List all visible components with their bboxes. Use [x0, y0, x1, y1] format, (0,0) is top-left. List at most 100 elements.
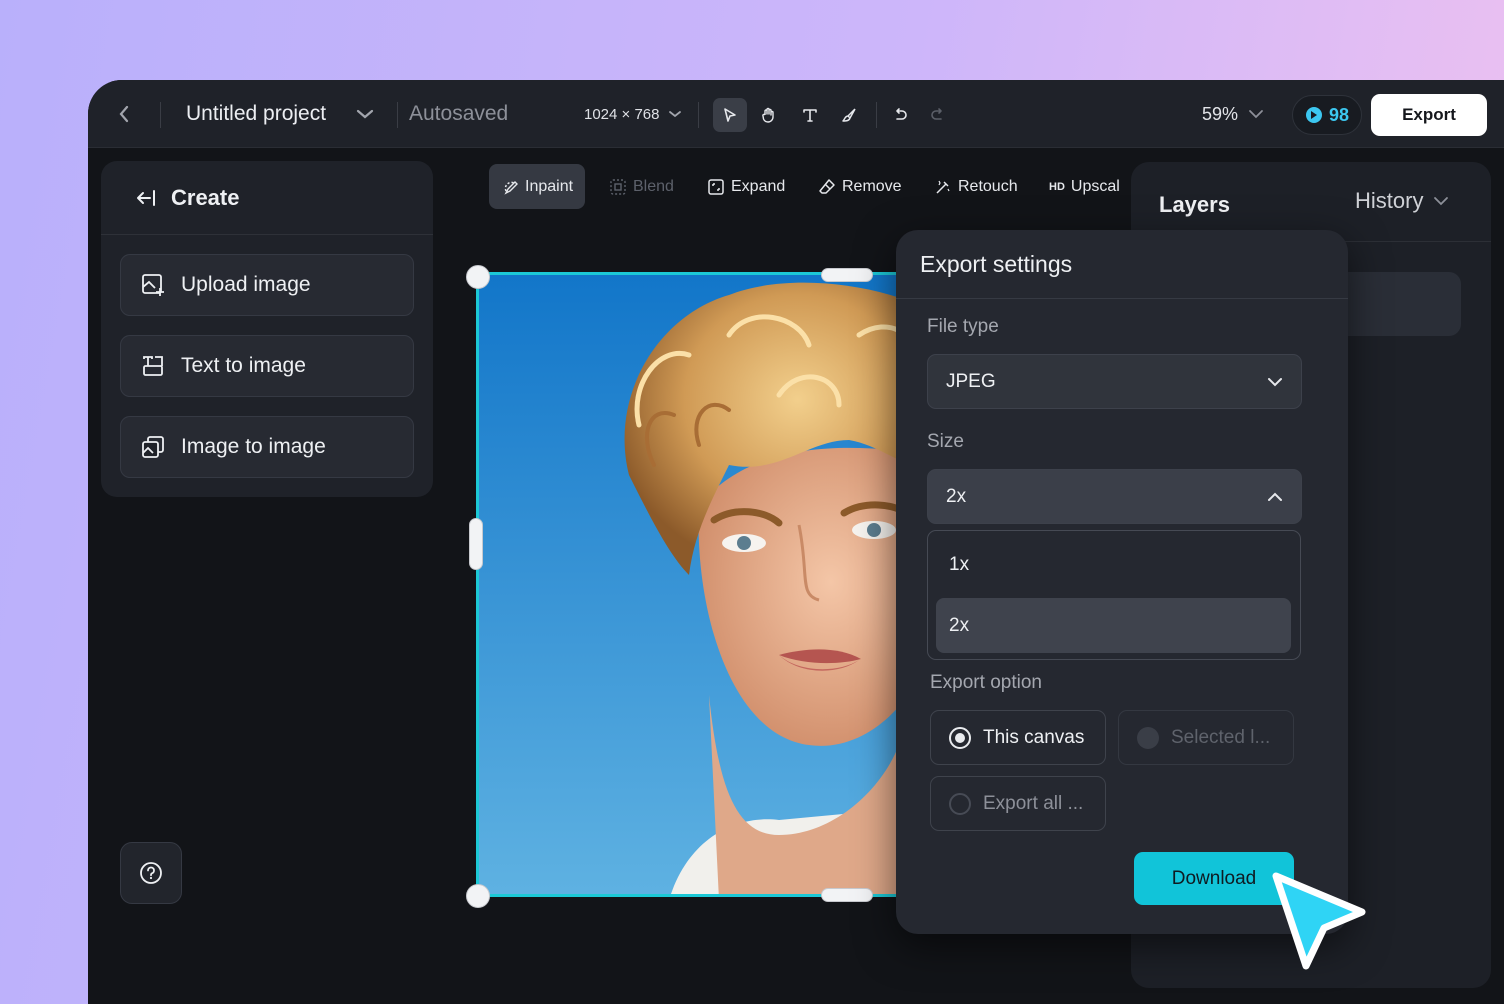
size-value: 2x — [946, 485, 967, 507]
text-to-image-button[interactable]: Text to image — [120, 335, 414, 397]
tab-history[interactable]: History — [1355, 188, 1449, 214]
upscale-label: Upscal — [1070, 177, 1120, 195]
text-tool[interactable] — [793, 98, 827, 132]
brush-icon — [842, 108, 856, 122]
retouch-label: Retouch — [958, 177, 1018, 195]
expand-label: Expand — [731, 177, 786, 195]
undo-icon — [896, 108, 907, 120]
inpaint-icon — [504, 180, 518, 195]
selected-layers-label: Selected l... — [1171, 726, 1271, 748]
create-header[interactable]: Create — [101, 161, 433, 235]
size-option-2x[interactable]: 2x — [936, 598, 1291, 653]
top-bar: Untitled project Autosaved 1024 × 768 59… — [88, 80, 1504, 148]
size-label: Size — [927, 431, 964, 452]
hand-tool[interactable] — [752, 98, 786, 132]
hand-icon — [762, 107, 774, 123]
export-option-label: Export option — [930, 672, 1042, 693]
create-panel: Create Upload image Text to image Image … — [101, 161, 433, 497]
eraser-icon — [819, 178, 835, 194]
inpaint-label: Inpaint — [525, 177, 574, 195]
redo-icon — [931, 108, 942, 120]
project-menu-button[interactable] — [356, 80, 374, 148]
text-to-image-icon — [143, 356, 163, 376]
chevron-down-icon — [1434, 197, 1449, 206]
export-all-option[interactable]: Export all ... — [930, 776, 1106, 831]
canvas-size-value: 1024 × 768 — [584, 105, 660, 123]
credit-icon — [1305, 107, 1322, 123]
blend-button[interactable]: Blend — [597, 164, 686, 209]
credits-badge[interactable]: 98 — [1292, 95, 1362, 135]
text-icon — [803, 109, 817, 122]
upload-image-icon — [142, 274, 164, 296]
collapse-left-icon — [137, 189, 155, 206]
inpaint-button[interactable]: Inpaint — [489, 164, 586, 209]
divider — [876, 102, 877, 128]
resize-handle-bottom-left[interactable] — [466, 884, 490, 908]
autosave-status: Autosaved — [409, 102, 509, 125]
redo-button[interactable] — [921, 98, 955, 132]
magic-wand-icon — [936, 180, 950, 194]
export-settings-popover: Export settings File type JPEG Size 2x 1… — [896, 230, 1348, 934]
retouch-button[interactable]: Retouch — [922, 164, 1030, 209]
brush-tool[interactable] — [832, 98, 866, 132]
blend-icon — [610, 178, 626, 195]
tab-layers[interactable]: Layers — [1159, 192, 1230, 218]
expand-button[interactable]: Expand — [695, 164, 797, 209]
chevron-down-icon — [668, 111, 681, 118]
image-to-image-button[interactable]: Image to image — [120, 416, 414, 478]
pointer-cursor-icon — [1272, 872, 1366, 970]
size-select[interactable]: 2x — [927, 469, 1302, 524]
layer-item[interactable] — [1347, 272, 1461, 336]
chevron-down-icon — [1268, 377, 1282, 386]
radio-disabled-icon — [1137, 726, 1159, 749]
zoom-value: 59% — [1202, 103, 1239, 124]
file-type-value: JPEG — [946, 370, 996, 392]
chevron-down-icon — [356, 109, 374, 119]
file-type-label: File type — [927, 316, 999, 337]
chevron-up-icon — [1268, 492, 1282, 501]
hd-badge-icon: HD — [1049, 180, 1065, 193]
remove-label: Remove — [842, 177, 902, 195]
upscale-button[interactable]: HD Upscal — [1037, 164, 1132, 209]
divider — [397, 102, 398, 128]
radio-selected-icon — [949, 726, 971, 749]
remove-button[interactable]: Remove — [806, 164, 914, 209]
chevron-left-icon — [119, 105, 129, 123]
canvas-image[interactable] — [476, 272, 936, 897]
file-type-select[interactable]: JPEG — [927, 354, 1302, 409]
this-canvas-option[interactable]: This canvas — [930, 710, 1106, 765]
blend-label: Blend — [633, 177, 674, 195]
chevron-down-icon — [1249, 110, 1263, 119]
export-all-label: Export all ... — [983, 792, 1084, 814]
undo-button[interactable] — [883, 98, 917, 132]
portrait-photo — [479, 275, 933, 894]
help-button[interactable] — [120, 842, 182, 904]
resize-handle-bottom[interactable] — [821, 888, 873, 902]
divider — [160, 102, 161, 128]
credits-count: 98 — [1328, 104, 1350, 125]
select-tool[interactable] — [713, 98, 747, 132]
export-button[interactable]: Export — [1371, 94, 1487, 136]
resize-handle-left[interactable] — [469, 518, 483, 570]
image-to-image-icon — [142, 436, 164, 458]
image-to-image-label: Image to image — [181, 435, 326, 458]
upload-image-button[interactable]: Upload image — [120, 254, 414, 316]
resize-handle-top-left[interactable] — [466, 265, 490, 289]
resize-handle-top[interactable] — [821, 268, 873, 282]
canvas-size-selector[interactable]: 1024 × 768 — [584, 80, 682, 148]
tab-history-label: History — [1355, 188, 1424, 213]
text-to-image-label: Text to image — [181, 354, 306, 377]
divider — [698, 102, 699, 128]
zoom-selector[interactable]: 59% — [1202, 80, 1264, 148]
help-icon — [140, 862, 162, 884]
cursor-arrow-icon — [724, 108, 736, 122]
create-title: Create — [171, 184, 240, 210]
export-settings-title: Export settings — [896, 230, 1348, 299]
this-canvas-label: This canvas — [983, 726, 1085, 748]
back-button[interactable] — [112, 80, 136, 148]
radio-unselected-icon — [949, 792, 971, 815]
selected-layers-option[interactable]: Selected l... — [1118, 710, 1294, 765]
size-option-1x[interactable]: 1x — [936, 537, 1291, 592]
project-title[interactable]: Untitled project — [186, 80, 326, 148]
edit-toolstrip: Inpaint Blend Expand Remove Retouch HD U… — [489, 164, 1129, 209]
